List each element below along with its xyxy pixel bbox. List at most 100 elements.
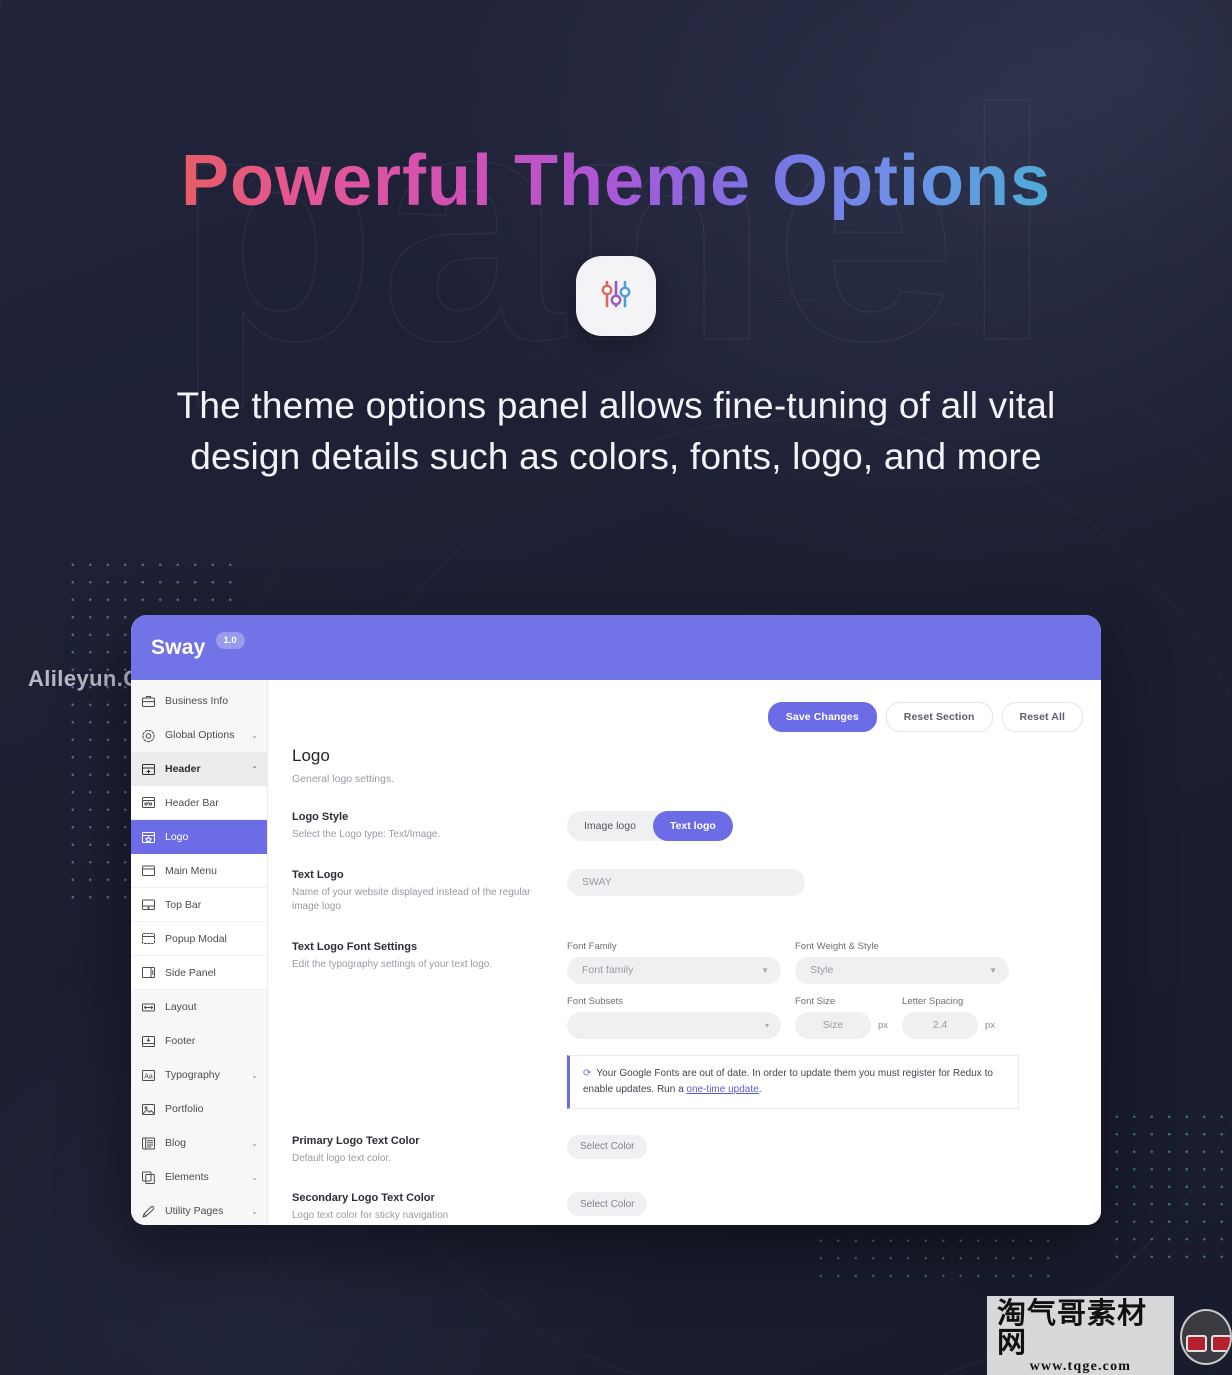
sidebar-item-footer[interactable]: Footer [131, 1024, 267, 1058]
dot-grid-bottom [812, 1232, 1052, 1284]
panel-body: Business Info Global Options ⌄ Header ⌃ Heade… [131, 680, 1101, 1225]
field-logo-style: Logo Style Select the Logo type: Text/Im… [268, 811, 1101, 843]
google-fonts-notice: ⟳ Your Google Fonts are out of date. In o… [567, 1054, 1019, 1109]
secondary-select-color-button[interactable]: Select Color [567, 1192, 648, 1216]
toggle-option-image-logo[interactable]: Image logo [567, 811, 653, 841]
watermark-bottom: 淘气哥素材网 www.tqge.com [987, 1296, 1232, 1375]
chevron-icon: ⌄ [251, 1138, 258, 1148]
font-family-label: Font Family [567, 940, 617, 952]
sidebar-item-portfolio[interactable]: Portfolio [131, 1092, 267, 1126]
chevron-icon: ⌄ [251, 730, 258, 740]
reset-section-button[interactable]: Reset Section [885, 702, 993, 732]
letter-spacing-input[interactable]: 2.4 [902, 1011, 979, 1039]
sidebar-item-popup-modal[interactable]: Popup Modal [131, 922, 267, 956]
sidebar-item-blog[interactable]: Blog ⌄ [131, 1126, 267, 1160]
svg-text:Aa: Aa [144, 1073, 153, 1080]
action-bar: Save Changes Reset Section Reset All [268, 680, 1101, 732]
font-size-control: Size px [795, 1011, 889, 1039]
field-title: Text Logo Font Settings [292, 940, 418, 953]
sidebar-item-label: Top Bar [165, 898, 202, 911]
field-font-settings: Text Logo Font Settings Edit the typogra… [268, 941, 1101, 1109]
field-control: Select Color [567, 1192, 1077, 1224]
refresh-icon: ⟳ [583, 1067, 592, 1079]
content-area: Save Changes Reset Section Reset All Log… [268, 680, 1101, 1225]
field-title: Primary Logo Text Color [292, 1134, 420, 1147]
font-weight-group: Font Weight & Style Style ▼ [795, 941, 1009, 984]
field-label-block: Secondary Logo Text Color Logo text colo… [292, 1192, 567, 1224]
copy-icon [141, 1170, 156, 1184]
font-family-select[interactable]: Font family ▼ [567, 956, 781, 984]
sidebar-item-label: Portfolio [165, 1103, 204, 1115]
font-size-unit: px [878, 1019, 889, 1031]
save-changes-button[interactable]: Save Changes [767, 702, 877, 732]
sidebar-item-elements[interactable]: Elements ⌄ [131, 1160, 267, 1194]
reset-all-button[interactable]: Reset All [1001, 702, 1083, 732]
one-time-update-link[interactable]: one-time update [686, 1084, 758, 1095]
screenshot-root: panel Powerful Theme Options The theme o… [0, 0, 1232, 1375]
primary-select-color-button[interactable]: Select Color [567, 1134, 648, 1159]
page-title: Powerful Theme Options [0, 140, 1232, 222]
pen-icon [141, 1204, 156, 1218]
field-primary-logo-color: Primary Logo Text Color Default logo tex… [268, 1134, 1101, 1167]
font-family-group: Font Family Font family ▼ [567, 941, 781, 984]
sidebar-item-global-options[interactable]: Global Options ⌄ [131, 718, 267, 752]
letter-spacing-label: Letter Spacing [902, 995, 964, 1007]
sidebar-item-layout[interactable]: Layout [131, 990, 267, 1024]
field-secondary-logo-color: Secondary Logo Text Color Logo text colo… [268, 1192, 1101, 1224]
font-subsets-label: Font Subsets [567, 995, 623, 1007]
field-label-block: Logo Style Select the Logo type: Text/Im… [292, 811, 567, 843]
sidebar-item-label: Logo [165, 831, 189, 843]
sidebar-item-label: Side Panel [165, 966, 216, 979]
sidebar-item-label: Typography [165, 1069, 220, 1081]
field-description: Name of your website displayed instead o… [292, 886, 531, 913]
sidebar-item-header-bar[interactable]: Header Bar [131, 786, 267, 820]
chevron-down-icon: ▾ [764, 1020, 769, 1030]
brand-name: Sway [151, 635, 206, 659]
toggle-option-text-logo[interactable]: Text logo [652, 811, 733, 841]
sidebar-item-side-panel[interactable]: Side Panel [131, 956, 267, 990]
font-size-input[interactable]: Size [795, 1011, 871, 1039]
font-weight-value: Style [810, 964, 834, 976]
gear-icon [141, 728, 156, 742]
field-title: Secondary Logo Text Color [292, 1192, 435, 1204]
layout-icon [141, 1000, 156, 1014]
text-logo-input[interactable]: SWAY [567, 868, 805, 896]
star-box-icon [141, 830, 156, 844]
sidebar-item-label: Elements [165, 1171, 209, 1183]
field-label-block: Primary Logo Text Color Default logo tex… [292, 1135, 567, 1167]
sidebar-item-header[interactable]: Header ⌃ [131, 752, 267, 786]
hero-badge [576, 256, 656, 336]
top-bar-icon [141, 898, 156, 912]
chevron-icon: ⌄ [251, 1070, 258, 1080]
section-description: General logo settings. [292, 773, 395, 785]
letter-spacing-control: 2.4 px [902, 1011, 995, 1039]
modal-icon [141, 932, 156, 946]
sidebar-item-main-menu[interactable]: Main Menu [131, 854, 267, 888]
sidebar-item-utility-pages[interactable]: Utility Pages ⌄ [131, 1194, 267, 1225]
field-label-block: Text Logo Name of your website displayed… [292, 869, 567, 915]
field-text-logo: Text Logo Name of your website displayed… [268, 868, 1101, 915]
sidebar-item-logo[interactable]: Logo [131, 820, 267, 854]
sidebar-item-label: Header [165, 763, 201, 775]
theme-options-panel: Sway 1.0 Business Info Global Options ⌄ Hea… [131, 615, 1101, 1225]
font-weight-label: Font Weight & Style [795, 940, 879, 952]
sidebar-item-label: Utility Pages [165, 1205, 224, 1217]
watermark-url: www.tqge.com [1029, 1359, 1132, 1374]
field-control: Image logo Text logo [567, 811, 1077, 843]
watermark-plate: 淘气哥素材网 www.tqge.com [987, 1296, 1174, 1375]
notice-text-after: . [758, 1083, 762, 1095]
sidebar-item-typography[interactable]: Aa Typography ⌄ [131, 1058, 267, 1092]
sidebar-item-top-bar[interactable]: Top Bar [131, 888, 267, 922]
sidebar-item-label: Blog [165, 1137, 187, 1149]
sliders-icon [597, 275, 635, 318]
hero: Powerful Theme Options The theme options… [0, 0, 1232, 482]
sidebar-item-label: Popup Modal [165, 932, 227, 945]
chevron-icon: ⌃ [251, 764, 258, 774]
window-icon [141, 864, 156, 878]
letter-spacing-group: Letter Spacing 2.4 px [902, 996, 995, 1039]
sidebar-item-business-info[interactable]: Business Info [131, 684, 267, 718]
font-subsets-select[interactable]: ▾ [567, 1011, 781, 1039]
field-label-block: Text Logo Font Settings Edit the typogra… [292, 941, 567, 1109]
font-weight-select[interactable]: Style ▼ [795, 956, 1009, 984]
font-row-1: Font Family Font family ▼ Font Weight & … [567, 941, 1077, 984]
